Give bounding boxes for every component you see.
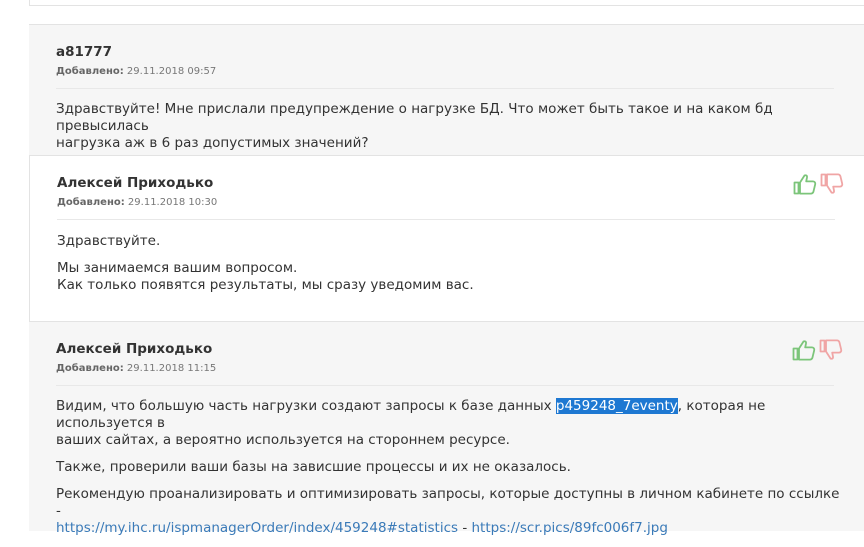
message-paragraph: Также, проверили ваши базы на зависшие п… — [56, 459, 571, 475]
ticket-message-staff: Алексей Приходько Добавлено: 29.11.2018 … — [29, 155, 864, 321]
paragraph-text: Рекомендую проанализировать и оптимизиро… — [56, 486, 840, 519]
link-separator: - — [458, 520, 472, 536]
paragraph-text: Видим, что большую часть нагрузки создаю… — [56, 398, 556, 414]
added-label: Добавлено: — [57, 197, 125, 208]
date-value: 29.11.2018 09:57 — [126, 66, 217, 77]
message-body: Здравствуйте! Мне прислали предупреждени… — [56, 101, 846, 152]
message-body: Видим, что большую часть нагрузки создаю… — [56, 398, 846, 547]
message-date: Добавлено: 29.11.2018 10:30 — [57, 197, 217, 208]
rating-controls — [793, 173, 845, 195]
ticket-thread: a81777 Добавлено: 29.11.2018 09:57 Здрав… — [29, 0, 864, 541]
message-paragraph: Здравствуйте. — [57, 233, 161, 249]
thumbs-up-icon[interactable] — [793, 173, 817, 195]
message-line: нагрузка аж в 6 раз допустимых значений? — [56, 135, 369, 151]
header-divider — [56, 88, 834, 89]
message-body: Здравствуйте. Мы занимаемся вашим вопрос… — [57, 233, 847, 294]
message-line: Мы занимаемся вашим вопросом. — [57, 260, 298, 276]
selected-db-name: p459248_7eventy — [555, 398, 678, 414]
added-label: Добавлено: — [56, 363, 124, 374]
message-line: Как только появятся результаты, мы сразу… — [57, 277, 474, 293]
author-name: Алексей Приходько — [57, 175, 214, 191]
thumbs-up-icon[interactable] — [792, 339, 816, 361]
message-header: Алексей Приходько Добавлено: 29.11.2018 … — [30, 156, 864, 221]
rating-controls — [792, 339, 844, 361]
header-divider — [57, 219, 835, 220]
thumbs-down-icon[interactable] — [819, 339, 843, 361]
message-paragraph: Видим, что большую часть нагрузки создаю… — [56, 398, 846, 449]
added-label: Добавлено: — [56, 66, 124, 77]
author-name: a81777 — [56, 44, 113, 60]
paragraph-text: ваших сайтах, а вероятно используется на… — [56, 432, 510, 448]
ticket-message-staff: Алексей Приходько Добавлено: 29.11.2018 … — [29, 321, 864, 536]
message-line: Здравствуйте! Мне прислали предупреждени… — [56, 101, 773, 134]
screenshot-link[interactable]: https://scr.pics/89fc006f7.jpg — [472, 520, 668, 536]
message-date: Добавлено: 29.11.2018 11:15 — [56, 363, 216, 374]
date-value: 29.11.2018 10:30 — [127, 197, 218, 208]
date-value: 29.11.2018 11:15 — [126, 363, 217, 374]
message-header: Алексей Приходько Добавлено: 29.11.2018 … — [29, 322, 864, 387]
message-date: Добавлено: 29.11.2018 09:57 — [56, 66, 216, 77]
ticket-message-client: a81777 Добавлено: 29.11.2018 09:57 Здрав… — [29, 24, 864, 155]
message-paragraph: Рекомендую проанализировать и оптимизиро… — [56, 486, 846, 537]
thumbs-down-icon[interactable] — [820, 173, 844, 195]
previous-post-edge — [29, 0, 864, 6]
message-header: a81777 Добавлено: 29.11.2018 09:57 — [29, 25, 864, 90]
header-divider — [56, 385, 834, 386]
author-name: Алексей Приходько — [56, 341, 213, 357]
statistics-link[interactable]: https://my.ihc.ru/ispmanagerOrder/index/… — [56, 520, 458, 536]
